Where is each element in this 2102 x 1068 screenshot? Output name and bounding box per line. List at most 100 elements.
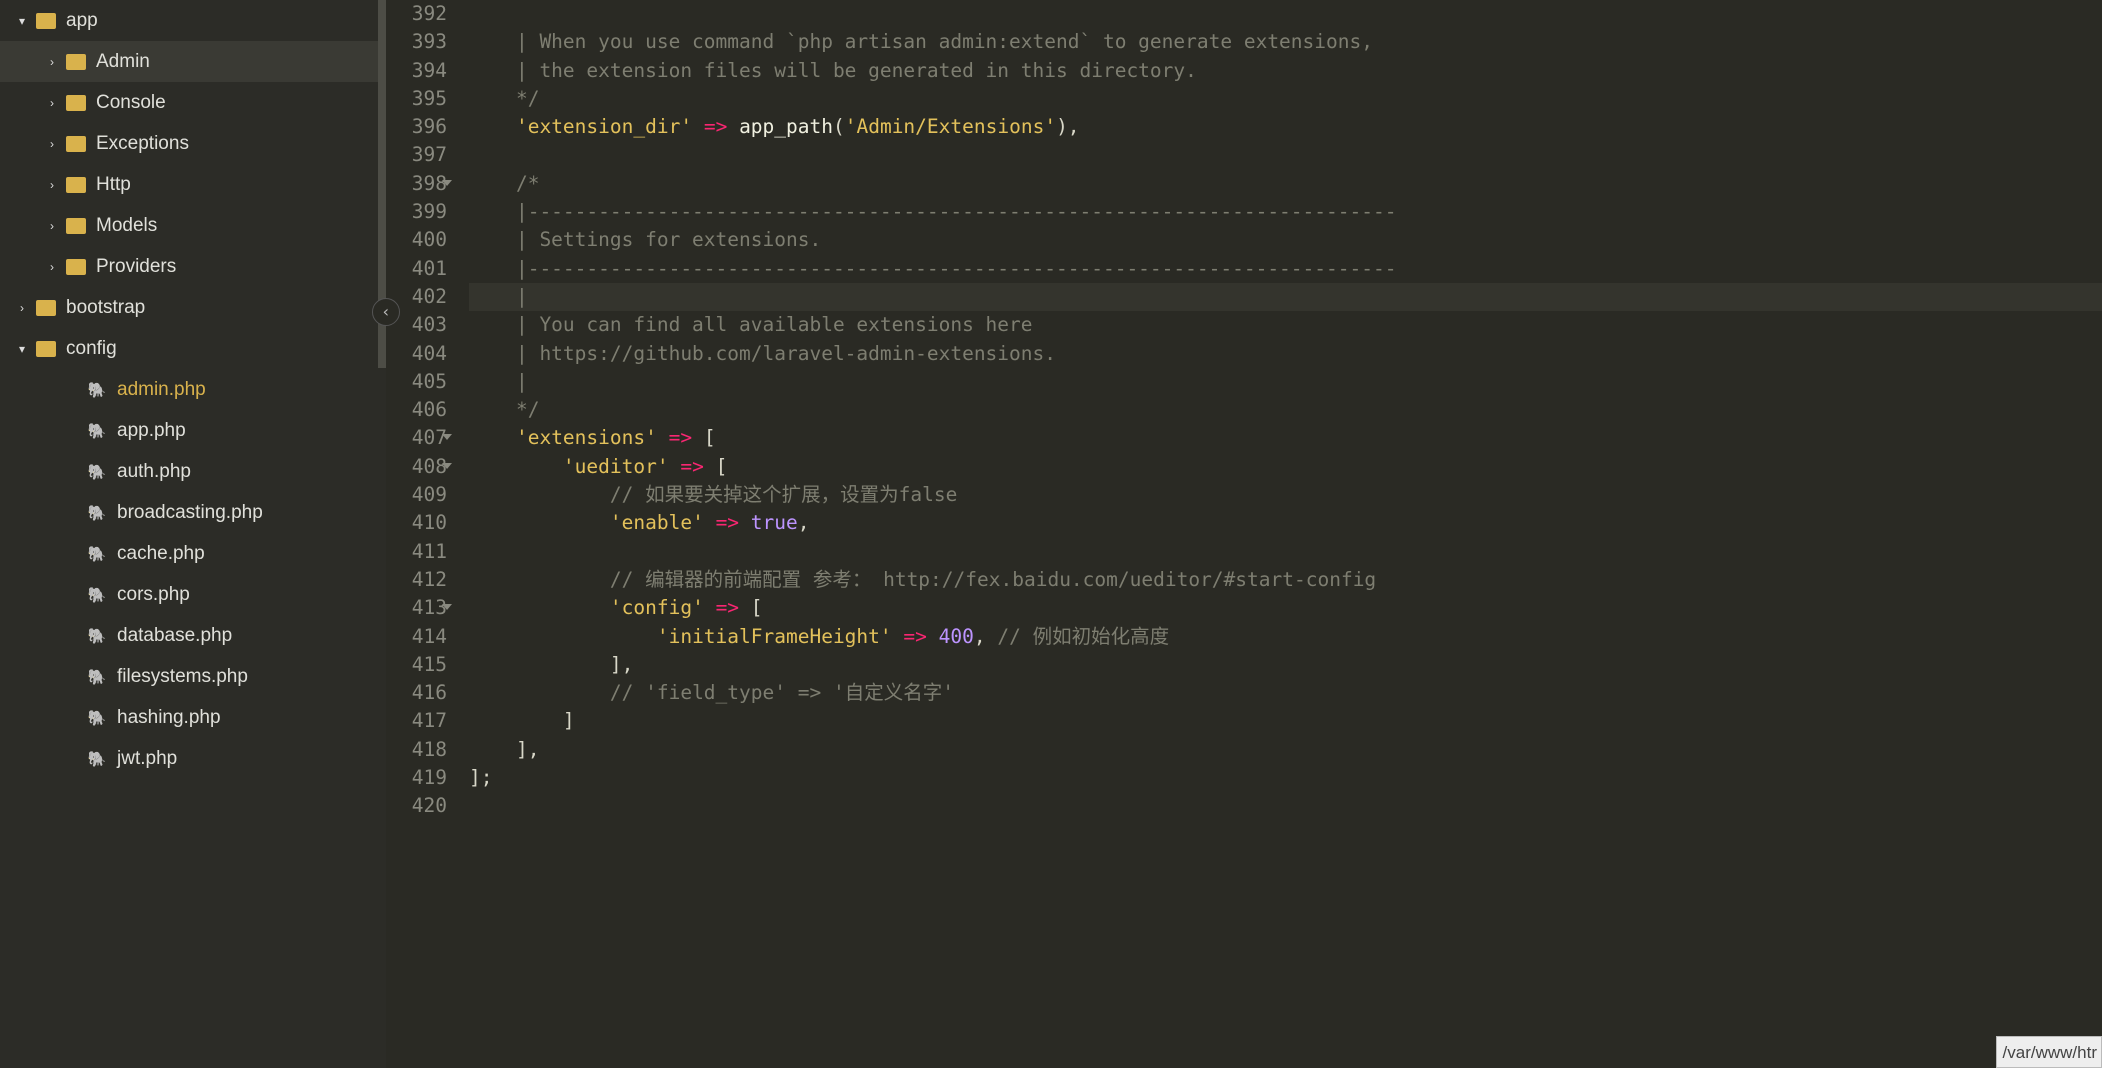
line-number[interactable]: 393 [386, 28, 447, 56]
chevron-right-icon[interactable]: › [45, 96, 59, 110]
code-line[interactable]: 'extension_dir' => app_path('Admin/Exten… [469, 113, 2102, 141]
line-number[interactable]: 416 [386, 679, 447, 707]
chevron-right-icon[interactable]: › [45, 260, 59, 274]
line-number[interactable]: 395 [386, 85, 447, 113]
tree-item-cors-php[interactable]: ·cors.php [0, 574, 386, 615]
code-line[interactable]: 'ueditor' => [ [469, 453, 2102, 481]
line-number[interactable]: 410 [386, 509, 447, 537]
line-number[interactable]: 392 [386, 0, 447, 28]
line-number[interactable]: 400 [386, 226, 447, 254]
line-number[interactable]: 404 [386, 340, 447, 368]
token-punct: , [798, 511, 810, 534]
tree-item-Models[interactable]: › Models [0, 205, 386, 246]
tree-item-broadcasting-php[interactable]: ·broadcasting.php [0, 492, 386, 533]
code-line[interactable]: // 编辑器的前端配置 参考： http://fex.baidu.com/ued… [469, 566, 2102, 594]
tree-item-jwt-php[interactable]: ·jwt.php [0, 738, 386, 779]
chevron-left-icon: ‹ [381, 298, 391, 326]
tree-item-app[interactable]: ▾app [0, 0, 386, 41]
tree-item-Providers[interactable]: ›Providers [0, 246, 386, 287]
token-kw: => [669, 426, 692, 449]
tree-item-hashing-php[interactable]: ·hashing.php [0, 697, 386, 738]
line-number[interactable]: 406 [386, 396, 447, 424]
tree-item-auth-php[interactable]: ·auth.php [0, 451, 386, 492]
code-line[interactable] [469, 792, 2102, 820]
chevron-right-icon[interactable]: › [45, 137, 59, 151]
tree-item-label: auth.php [117, 461, 191, 483]
sidebar-collapse-handle[interactable]: ‹ [372, 298, 400, 326]
tree-item-Exceptions[interactable]: ›Exceptions [0, 123, 386, 164]
line-number[interactable]: 420 [386, 792, 447, 820]
line-number[interactable]: 408 [386, 453, 447, 481]
line-number[interactable]: 409 [386, 481, 447, 509]
code-line[interactable]: ] [469, 707, 2102, 735]
chevron-down-icon[interactable]: ▾ [15, 14, 29, 28]
code-line[interactable]: | [469, 283, 2102, 311]
line-number[interactable]: 418 [386, 736, 447, 764]
code-editor[interactable]: ‹ 39239339439539639739839940040140240340… [386, 0, 2102, 1068]
code-line[interactable]: ], [469, 736, 2102, 764]
tree-item-filesystems-php[interactable]: ·filesystems.php [0, 656, 386, 697]
code-line[interactable]: // 'field_type' => '自定义名字' [469, 679, 2102, 707]
line-number[interactable]: 413 [386, 594, 447, 622]
code-line[interactable]: | [469, 368, 2102, 396]
line-number[interactable]: 417 [386, 707, 447, 735]
code-line[interactable]: | Settings for extensions. [469, 226, 2102, 254]
code-line[interactable]: /* [469, 170, 2102, 198]
chevron-right-icon[interactable]: › [45, 219, 59, 233]
code-line[interactable]: */ [469, 85, 2102, 113]
code-line[interactable]: 'config' => [ [469, 594, 2102, 622]
tree-item-config[interactable]: ▾config [0, 328, 386, 369]
code-line[interactable]: 'enable' => true, [469, 509, 2102, 537]
code-line[interactable] [469, 0, 2102, 28]
token-punct [704, 596, 716, 619]
line-number[interactable]: 394 [386, 57, 447, 85]
line-number[interactable]: 419 [386, 764, 447, 792]
code-line[interactable]: | https://github.com/laravel-admin-exten… [469, 340, 2102, 368]
file-tree-sidebar[interactable]: ▾app›Admin›Console›Exceptions›Http›Model… [0, 0, 386, 1068]
code-line[interactable] [469, 141, 2102, 169]
line-number[interactable]: 411 [386, 538, 447, 566]
chevron-right-icon[interactable]: › [15, 301, 29, 315]
code-line[interactable]: 'extensions' => [ [469, 424, 2102, 452]
line-number[interactable]: 412 [386, 566, 447, 594]
chevron-right-icon[interactable]: › [45, 55, 59, 69]
code-line[interactable]: // 如果要关掉这个扩展，设置为false [469, 481, 2102, 509]
code-line[interactable]: | the extension files will be generated … [469, 57, 2102, 85]
code-line[interactable]: |---------------------------------------… [469, 255, 2102, 283]
tree-item-Admin[interactable]: ›Admin [0, 41, 386, 82]
code-line[interactable] [469, 538, 2102, 566]
code-line[interactable]: ]; [469, 764, 2102, 792]
line-number[interactable]: 414 [386, 623, 447, 651]
code-line[interactable]: ], [469, 651, 2102, 679]
token-punct: ] [469, 709, 575, 732]
tree-item-app-php[interactable]: ·app.php [0, 410, 386, 451]
token-punct: , [974, 625, 997, 648]
code-line[interactable]: | You can find all available extensions … [469, 311, 2102, 339]
code-content[interactable]: | When you use command `php artisan admi… [455, 0, 2102, 1068]
code-line[interactable]: */ [469, 396, 2102, 424]
token-bool: true [751, 511, 798, 534]
tree-item-Console[interactable]: ›Console [0, 82, 386, 123]
chevron-right-icon[interactable]: › [45, 178, 59, 192]
tree-item-database-php[interactable]: ·database.php [0, 615, 386, 656]
line-number[interactable]: 399 [386, 198, 447, 226]
chevron-down-icon[interactable]: ▾ [15, 342, 29, 356]
line-number[interactable]: 415 [386, 651, 447, 679]
line-number-gutter[interactable]: 3923933943953963973983994004014024034044… [386, 0, 455, 1068]
line-number[interactable]: 407 [386, 424, 447, 452]
code-line[interactable]: 'initialFrameHeight' => 400, // 例如初始化高度 [469, 623, 2102, 651]
line-number[interactable]: 401 [386, 255, 447, 283]
code-line[interactable]: |---------------------------------------… [469, 198, 2102, 226]
line-number[interactable]: 397 [386, 141, 447, 169]
tree-item-label: Models [96, 215, 157, 237]
tree-item-cache-php[interactable]: ·cache.php [0, 533, 386, 574]
line-number[interactable]: 396 [386, 113, 447, 141]
line-number[interactable]: 398 [386, 170, 447, 198]
tree-item-bootstrap[interactable]: ›bootstrap [0, 287, 386, 328]
code-line[interactable]: | When you use command `php artisan admi… [469, 28, 2102, 56]
token-cmt: // 'field_type' => '自定义名字' [610, 681, 954, 704]
token-kw: => [903, 625, 926, 648]
line-number[interactable]: 405 [386, 368, 447, 396]
tree-item-admin-php[interactable]: ·admin.php [0, 369, 386, 410]
tree-item-Http[interactable]: ›Http [0, 164, 386, 205]
